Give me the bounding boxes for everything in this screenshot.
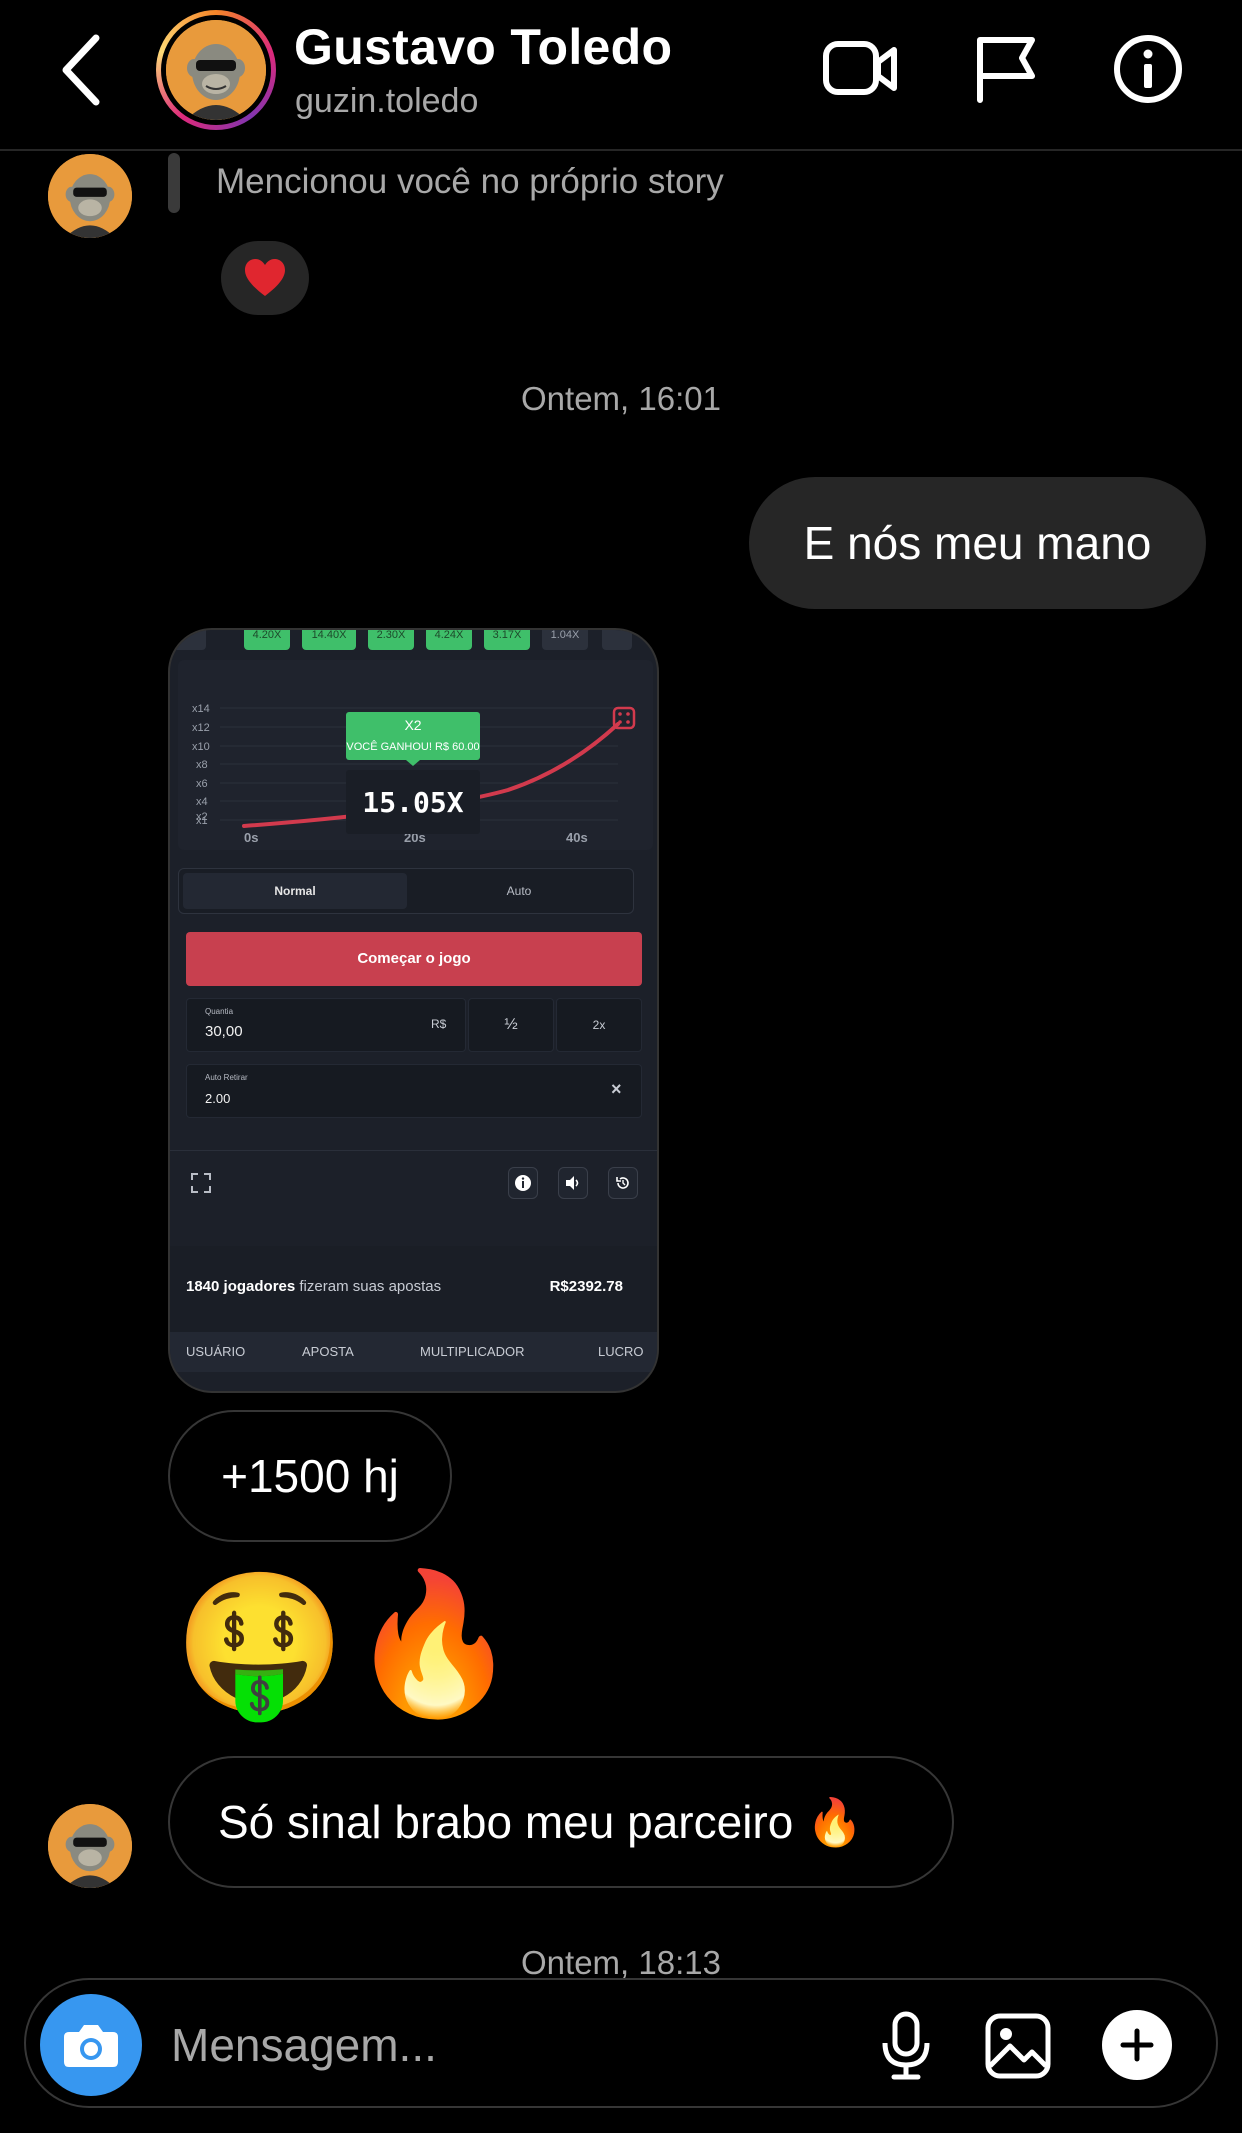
shared-image[interactable]: X 4.20X 14.40X 2.30X 4.24X 3.17X 1.04X x… [168, 628, 659, 1393]
y-tick: x12 [192, 722, 210, 734]
message-composer [24, 1978, 1218, 2108]
y-tick: x8 [196, 759, 208, 771]
heart-reaction[interactable] [221, 241, 309, 315]
sender-avatar[interactable] [48, 154, 132, 238]
heart-icon [245, 259, 285, 296]
players-suffix: fizeram suas apostas [295, 1278, 442, 1295]
x-tick: 0s [244, 830, 258, 845]
multiplier-chip: X [170, 630, 206, 650]
multiplier-chip [602, 630, 632, 650]
players-summary: 1840 jogadores fizeram suas apostas R$23… [170, 1246, 657, 1332]
plus-button[interactable] [1102, 2010, 1172, 2080]
incoming-message[interactable]: Só sinal brabo meu parceiro 🔥 [168, 1756, 954, 1888]
flag-icon[interactable] [966, 34, 1046, 104]
gallery-icon[interactable] [980, 2008, 1056, 2084]
ape-avatar-icon [48, 1804, 132, 1888]
auto-withdraw-field[interactable]: Auto Retirar 2.00 × [186, 1064, 642, 1118]
y-tick: x4 [196, 796, 208, 808]
double-button[interactable]: 2x [556, 998, 642, 1052]
x-tick: 40s [566, 830, 588, 845]
game-controls [170, 1150, 657, 1220]
y-tick: x14 [192, 703, 210, 715]
contact-username[interactable]: guzin.toledo [295, 82, 478, 121]
y-tick: x10 [192, 741, 210, 753]
microphone-icon[interactable] [868, 2008, 944, 2084]
double-label: 2x [592, 1018, 606, 1032]
crash-chart-svg: x14 x12 x10 x8 x6 x4 x2 x1 0s 20s 40s X2… [192, 703, 636, 845]
currency-label: R$ [431, 1017, 447, 1031]
win-badge-title: X2 [404, 717, 421, 733]
fullscreen-icon[interactable] [186, 1167, 216, 1199]
sender-avatar[interactable] [48, 1804, 132, 1888]
half-button[interactable]: ½ [468, 998, 554, 1052]
sound-icon[interactable] [558, 1167, 588, 1199]
camera-icon [64, 2025, 118, 2067]
current-multiplier: 15.05X [362, 786, 463, 819]
multiplier-chip: 1.04X [542, 630, 588, 650]
plus-icon [1120, 2028, 1154, 2062]
message-input[interactable] [171, 2010, 851, 2080]
column-header: APOSTA [302, 1344, 354, 1359]
auto-withdraw-value: 2.00 [205, 1091, 231, 1106]
outgoing-message[interactable]: E nós meu mano [749, 477, 1206, 609]
crash-chart: x14 x12 x10 x8 x6 x4 x2 x1 0s 20s 40s X2… [178, 660, 653, 850]
multiplier-chip: 3.17X [484, 630, 530, 650]
info-icon[interactable] [1108, 34, 1188, 104]
history-icon[interactable] [608, 1167, 638, 1199]
chat-header: Gustavo Toledo guzin.toledo [0, 0, 1242, 151]
quantity-value: 30,00 [205, 1023, 243, 1040]
tab-auto[interactable]: Auto [407, 873, 631, 909]
y-tick: x6 [196, 778, 208, 790]
players-text: 1840 jogadores fizeram suas apostas [186, 1278, 441, 1295]
fire-emoji[interactable]: 🔥 [348, 1575, 520, 1713]
multiplier-history: X 4.20X 14.40X 2.30X 4.24X 3.17X 1.04X [170, 630, 657, 654]
column-header: LUCRO [598, 1344, 644, 1359]
players-count: 1840 jogadores [186, 1278, 296, 1295]
players-total: R$2392.78 [549, 1278, 623, 1295]
story-mention-text[interactable]: Mencionou você no próprio story [216, 162, 724, 202]
y-tick: x1 [196, 815, 208, 827]
game-info-icon[interactable] [508, 1167, 538, 1199]
quantity-field[interactable]: Quantia 30,00 R$ [186, 998, 466, 1052]
multiplier-chip: 4.24X [426, 630, 472, 650]
multiplier-chip: 14.40X [302, 630, 356, 650]
column-header: MULTIPLICADOR [420, 1344, 525, 1359]
multiplier-chip: 4.20X [244, 630, 290, 650]
camera-button[interactable] [40, 1994, 142, 2096]
ape-avatar-icon [166, 20, 266, 120]
tab-normal[interactable]: Normal [183, 873, 407, 909]
timestamp: Ontem, 18:13 [521, 1944, 721, 1981]
bets-table-header: USUÁRIO APOSTA MULTIPLICADOR LUCRO [170, 1332, 657, 1372]
money-mouth-emoji[interactable]: 🤑 [174, 1575, 346, 1713]
back-icon[interactable] [52, 30, 112, 110]
auto-withdraw-label: Auto Retirar [205, 1073, 248, 1082]
quantity-label: Quantia [205, 1007, 234, 1016]
start-game-button[interactable]: Começar o jogo [186, 932, 642, 986]
win-badge-text: VOCÊ GANHOU! R$ 60.00 [346, 740, 479, 753]
story-reply-bar [168, 153, 180, 213]
ape-avatar-icon [48, 154, 132, 238]
game-mode-tabs: Normal Auto [178, 868, 634, 914]
profile-avatar[interactable] [156, 10, 276, 130]
video-call-icon[interactable] [820, 34, 900, 104]
multiplier-chip: 2.30X [368, 630, 414, 650]
contact-name[interactable]: Gustavo Toledo [294, 18, 672, 76]
half-label: ½ [504, 1016, 518, 1033]
column-header: USUÁRIO [186, 1344, 246, 1359]
incoming-message[interactable]: +1500 hj [168, 1410, 452, 1542]
clear-icon[interactable]: × [611, 1079, 622, 1100]
timestamp: Ontem, 16:01 [521, 380, 721, 417]
